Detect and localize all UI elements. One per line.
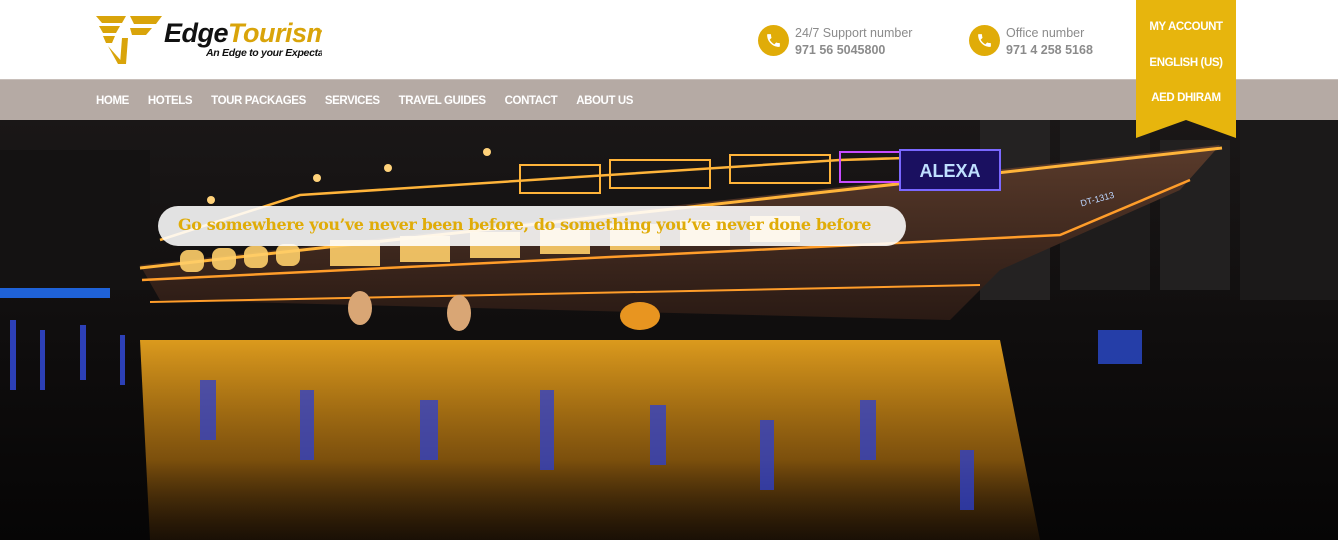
language-selector[interactable]: ENGLISH (US) xyxy=(1136,57,1236,69)
phone-icon xyxy=(758,25,789,56)
office-number[interactable]: 971 4 258 5168 xyxy=(1006,43,1093,57)
office-contact: Office number 971 4 258 5168 xyxy=(969,24,1119,60)
brand-tagline: An Edge to your Expectations xyxy=(206,47,322,59)
office-label: Office number xyxy=(1006,26,1085,40)
support-contact: 24/7 Support number 971 56 5045800 xyxy=(758,24,938,60)
currency-selector[interactable]: AED DHIRAM xyxy=(1136,92,1236,104)
phone-icon xyxy=(969,25,1000,56)
hero-banner: ALEXA DT-1313 Go somewhere you’ve never … xyxy=(0,120,1338,540)
hero-tagline: Go somewhere you’ve never been before, d… xyxy=(178,215,871,234)
boat-sign-text: ALEXA xyxy=(919,161,980,181)
hero-tagline-pill: Go somewhere you’ve never been before, d… xyxy=(158,206,906,246)
logo[interactable]: EdgeTourism An Edge to your Expectations xyxy=(96,14,326,66)
support-number[interactable]: 971 56 5045800 xyxy=(795,43,885,57)
support-label: 24/7 Support number xyxy=(795,26,913,40)
my-account-link[interactable]: MY ACCOUNT xyxy=(1136,21,1236,33)
nav-services[interactable]: SERVICES xyxy=(325,95,380,107)
hero-dhow-night-image: ALEXA DT-1313 xyxy=(0,120,1338,540)
nav-hotels[interactable]: HOTELS xyxy=(148,95,193,107)
brand-name: EdgeTourism xyxy=(164,18,322,48)
ribbon-tail xyxy=(1136,119,1236,138)
logo-wings-icon xyxy=(96,16,162,64)
nav-travel-guides[interactable]: TRAVEL GUIDES xyxy=(399,95,486,107)
nav-tour-packages[interactable]: TOUR PACKAGES xyxy=(211,95,306,107)
nav-contact[interactable]: CONTACT xyxy=(505,95,558,107)
nav-home[interactable]: HOME xyxy=(96,95,129,107)
account-ribbon: MY ACCOUNT ENGLISH (US) AED DHIRAM xyxy=(1136,0,1236,138)
nav-about-us[interactable]: ABOUT US xyxy=(576,95,633,107)
